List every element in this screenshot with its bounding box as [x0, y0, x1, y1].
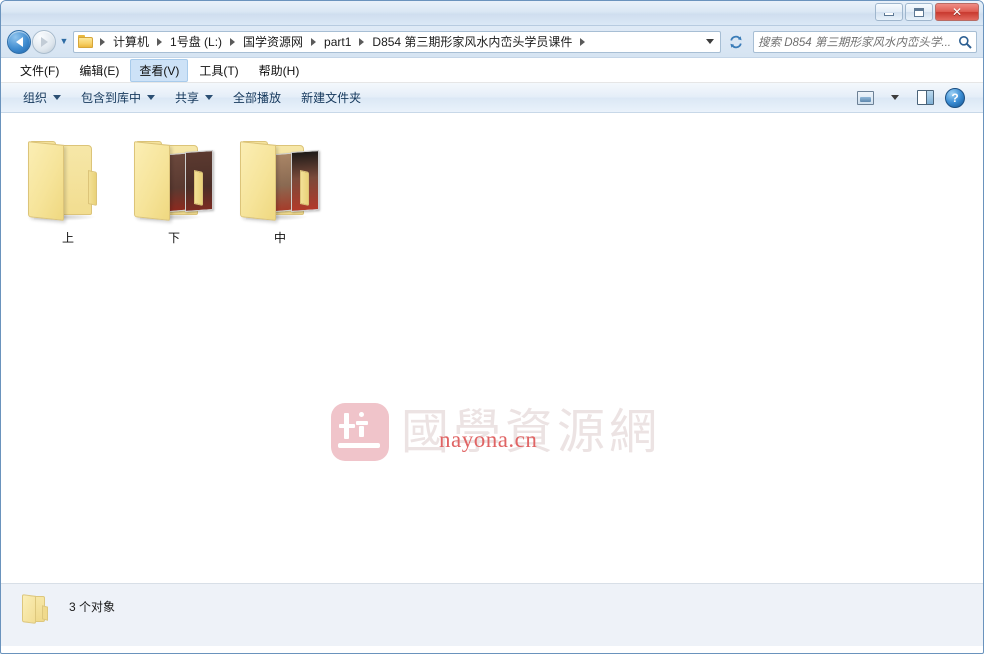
view-mode-button[interactable]	[851, 87, 879, 109]
breadcrumb-separator-icon	[230, 37, 236, 46]
watermark: 國學資源網 nayona.cn	[331, 403, 661, 461]
include-in-library-button[interactable]: 包含到库中	[71, 85, 165, 110]
menu-bar: 文件(F) 编辑(E) 查看(V) 工具(T) 帮助(H)	[1, 58, 983, 83]
menu-edit[interactable]: 编辑(E)	[70, 59, 128, 82]
breadcrumb-item-part1[interactable]: part1	[320, 33, 355, 51]
search-icon	[959, 35, 972, 49]
address-bar-row: ▼ 计算机 1号盘 (L:) 国学资源网 part1 D854 第三期形家风水内…	[1, 26, 983, 58]
play-all-label: 全部播放	[233, 91, 282, 105]
menu-view[interactable]: 查看(V)	[130, 58, 189, 82]
back-button[interactable]	[7, 29, 31, 54]
close-button[interactable]: ✕	[935, 3, 979, 21]
breadcrumb-separator-icon	[359, 37, 365, 46]
help-icon: ?	[945, 87, 965, 108]
title-bar: ✕	[1, 1, 983, 26]
chevron-down-icon	[53, 95, 62, 100]
window-controls: ✕	[875, 3, 979, 21]
folder-icon	[78, 35, 94, 48]
file-item-shang[interactable]: 上	[15, 125, 121, 246]
status-item-count: 3 个对象	[69, 600, 116, 614]
folder-icon	[128, 131, 220, 227]
share-label: 共享	[175, 91, 200, 105]
watermark-text: 國學資源網	[401, 404, 662, 460]
breadcrumb-item-current[interactable]: D854 第三期形家风水内峦头学员课件	[368, 31, 576, 52]
preview-pane-button[interactable]	[911, 87, 939, 109]
new-folder-button[interactable]: 新建文件夹	[291, 85, 371, 110]
breadcrumb-separator-icon	[157, 37, 163, 46]
breadcrumb-separator-icon	[311, 37, 317, 46]
view-mode-icon	[856, 90, 874, 105]
breadcrumb: 计算机 1号盘 (L:) 国学资源网 part1 D854 第三期形家风水内峦头…	[78, 31, 702, 52]
breadcrumb-item-computer[interactable]: 计算机	[109, 31, 153, 52]
organize-button[interactable]: 组织	[13, 85, 71, 110]
file-list-area[interactable]: 上 下 中 國學資源網 nayona.cn	[1, 113, 983, 584]
back-arrow-icon	[15, 36, 23, 47]
include-in-library-label: 包含到库中	[81, 91, 142, 105]
menu-file[interactable]: 文件(F)	[11, 59, 68, 82]
organize-label: 组织	[23, 91, 48, 105]
file-item-label: 上	[61, 231, 74, 245]
explorer-window: ✕ ▼ 计算机 1号盘 (L:) 国学资源网 part1 D854 第三期形家风…	[0, 0, 984, 654]
command-bar-right: ?	[851, 87, 977, 109]
breadcrumb-item-guoxue[interactable]: 国学资源网	[239, 31, 307, 52]
guoxue-logo-icon	[331, 403, 389, 461]
menu-help[interactable]: 帮助(H)	[250, 59, 309, 82]
command-bar: 组织 包含到库中 共享 全部播放 新建文件夹 ?	[1, 83, 983, 113]
new-folder-label: 新建文件夹	[301, 91, 362, 105]
close-icon: ✕	[951, 5, 963, 19]
search-input[interactable]: 搜索 D854 第三期形家风水内峦头学...	[758, 34, 958, 50]
file-items: 上 下 中	[15, 125, 333, 246]
chevron-down-icon	[205, 95, 214, 100]
status-bar: 3 个对象	[1, 584, 983, 646]
breadcrumb-item-drive[interactable]: 1号盘 (L:)	[166, 31, 226, 52]
file-item-xia[interactable]: 下	[121, 125, 227, 246]
breadcrumb-separator-icon	[580, 37, 586, 46]
share-button[interactable]: 共享	[165, 85, 223, 110]
refresh-icon	[730, 35, 742, 48]
address-bar[interactable]: 计算机 1号盘 (L:) 国学资源网 part1 D854 第三期形家风水内峦头…	[73, 30, 721, 53]
folder-icon	[19, 592, 53, 626]
file-item-zhong[interactable]: 中	[227, 125, 333, 246]
address-dropdown-button[interactable]	[702, 33, 718, 51]
search-box[interactable]: 搜索 D854 第三期形家风水内峦头学...	[753, 30, 977, 53]
preview-pane-icon	[916, 90, 934, 105]
play-all-button[interactable]: 全部播放	[223, 85, 291, 110]
forward-button[interactable]	[32, 29, 56, 54]
folder-icon	[234, 131, 326, 227]
chevron-down-icon	[891, 95, 899, 100]
history-dropdown-button[interactable]: ▼	[57, 37, 71, 46]
minimize-icon	[884, 13, 894, 16]
refresh-button[interactable]	[723, 30, 749, 54]
file-item-label: 中	[273, 231, 286, 245]
breadcrumb-separator-icon	[100, 37, 105, 46]
forward-arrow-icon	[40, 36, 48, 47]
folder-icon	[22, 131, 114, 227]
minimize-button[interactable]	[875, 3, 903, 21]
help-button[interactable]: ?	[941, 87, 969, 109]
chevron-down-icon	[706, 39, 714, 44]
menu-tools[interactable]: 工具(T)	[190, 59, 247, 82]
watermark-url: nayona.cn	[439, 427, 538, 452]
maximize-button[interactable]	[905, 3, 933, 21]
file-item-label: 下	[167, 231, 180, 245]
view-mode-dropdown-button[interactable]	[881, 87, 909, 109]
maximize-icon	[914, 7, 924, 17]
chevron-down-icon	[147, 95, 156, 100]
